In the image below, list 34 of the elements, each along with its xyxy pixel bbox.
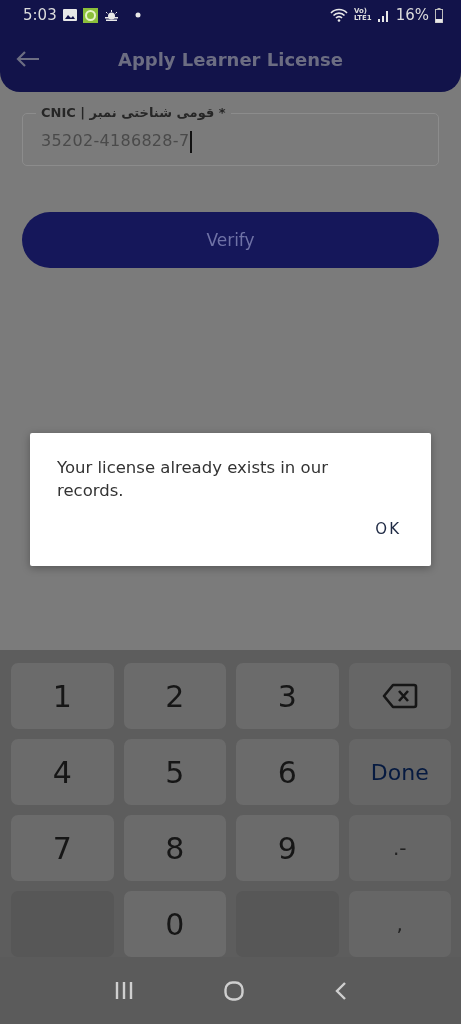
digit-key[interactable]: 9 [236,815,339,881]
status-time: 5:03 [23,6,57,24]
recent-apps-icon[interactable] [115,982,134,999]
back-arrow-icon[interactable] [16,51,40,67]
text-cursor [190,130,193,153]
weather-icon [103,9,119,21]
digit-key[interactable]: 6 [236,739,339,805]
digit-key[interactable]: 4 [11,739,114,805]
home-icon[interactable] [224,980,244,1001]
digit-key[interactable]: 0 [123,891,226,957]
digit-key[interactable]: 3 [236,663,339,729]
digit-key[interactable]: 5 [123,739,226,805]
notification-dot-icon [134,12,141,18]
symbol-key[interactable]: .- [348,815,451,881]
backspace-key[interactable] [348,663,451,729]
field-label: CNIC | قومی شناختی نمبر * [40,105,227,121]
digit-key[interactable]: 2 [123,663,226,729]
back-icon[interactable] [334,981,346,1000]
wifi-icon [329,8,348,22]
app-icon [82,7,98,23]
battery-icon [435,7,443,23]
verify-button[interactable]: Verify [22,212,439,268]
digit-key[interactable]: 8 [123,815,226,881]
backspace-icon [381,683,418,709]
digit-key[interactable]: 7 [11,815,114,881]
done-key[interactable]: Done [348,739,451,805]
digit-key[interactable]: 1 [11,663,114,729]
battery-percent: 16% [395,6,429,24]
ok-button[interactable]: OK [371,514,405,544]
dialog-message: Your license already exists in our records. [57,457,329,502]
symbol-key[interactable]: , [348,891,451,957]
screen-title: Apply Learner License [117,48,344,70]
gallery-icon [62,9,77,21]
signal-icon [377,8,390,22]
